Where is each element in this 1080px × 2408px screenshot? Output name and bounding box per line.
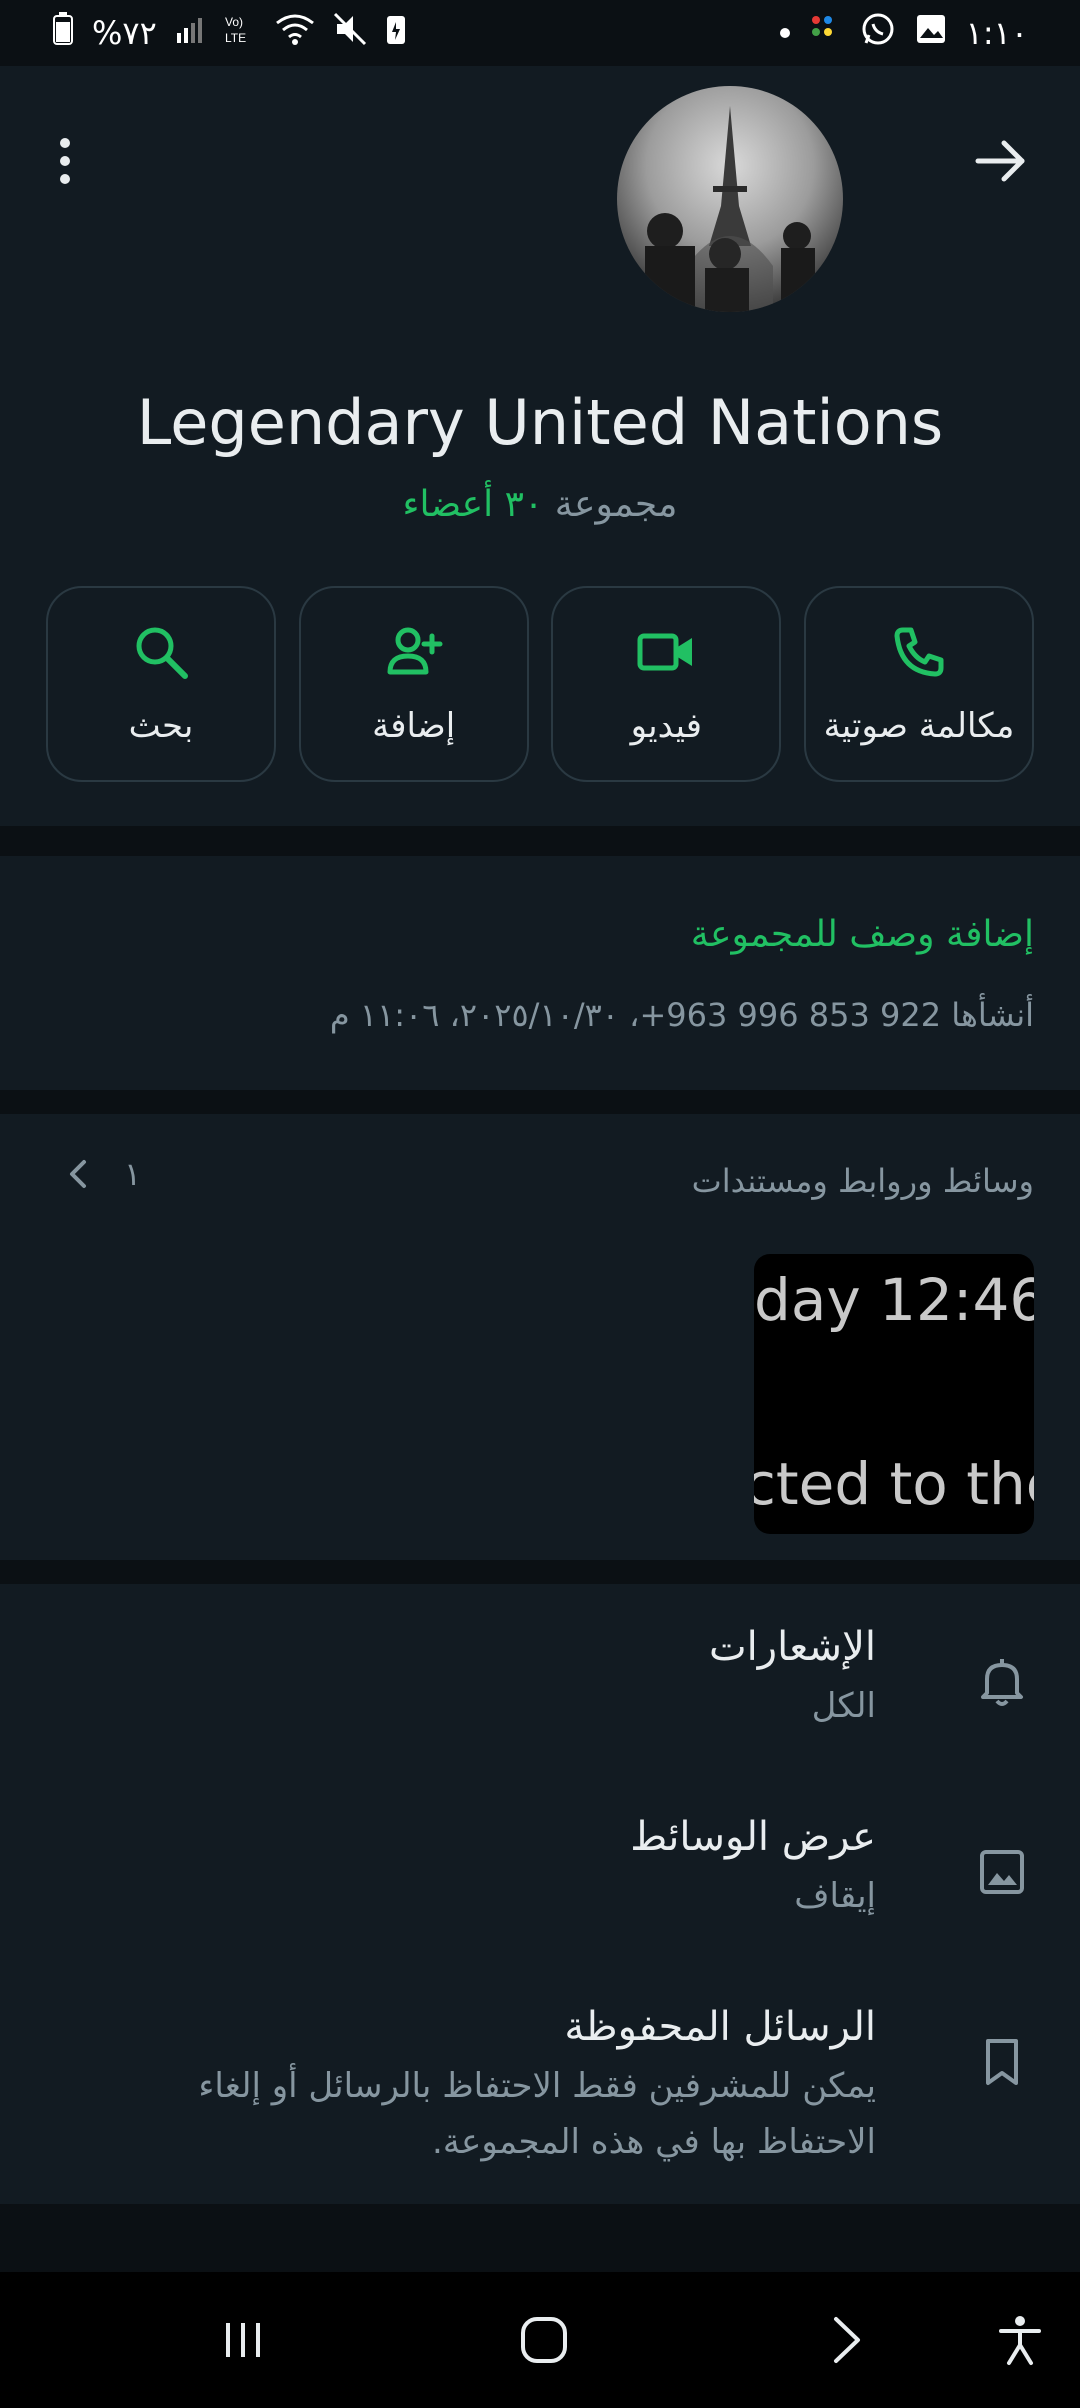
media-count-button[interactable]: ١ (64, 1154, 141, 1194)
group-info: مجموعة ٣٠ أعضاء (0, 484, 1080, 525)
search-label: بحث (128, 706, 194, 746)
media-visibility-title: عرض الوسائط (630, 1814, 876, 1860)
eiffel-tower-photo (645, 106, 815, 312)
notifications-title: الإشعارات (708, 1624, 876, 1670)
created-by-text: أنشأها ‎+963 996 853 922‎، ٢٠٢٥/١٠/٣٠، ١… (329, 996, 1034, 1034)
media-visibility-text: عرض الوسائط إيقاف (156, 1814, 876, 1924)
home-icon (521, 2317, 567, 2363)
battery-percent: %٧٢ (92, 14, 157, 52)
group-avatar[interactable] (617, 86, 843, 312)
thumbnail-text-line-1: day 12:46 / (754, 1266, 1034, 1334)
media-visibility-value: إيقاف (794, 1876, 876, 1916)
signal-icon (175, 15, 205, 52)
description-section: إضافة وصف للمجموعة أنشأها ‎+963 996 853 … (0, 856, 1080, 1090)
add-person-icon (387, 627, 443, 675)
battery-saver-icon (385, 12, 407, 54)
bookmark-icon (968, 2028, 1036, 2096)
back-button[interactable] (960, 116, 1040, 206)
media-section: وسائط وروابط ومستندات ١ day 12:46 / cted… (0, 1114, 1080, 1560)
accessibility-button[interactable] (980, 2306, 1060, 2374)
video-call-button[interactable]: فيديو (551, 586, 782, 782)
svg-text:Vo): Vo) (225, 15, 243, 29)
group-header: Legendary United Nations مجموعة ٣٠ أعضاء… (0, 66, 1080, 826)
arrow-right-icon (975, 140, 1025, 182)
voice-call-label: مكالمة صوتية (823, 706, 1015, 746)
add-description-link[interactable]: إضافة وصف للمجموعة (691, 914, 1034, 955)
status-bar-left: %٧٢ Vo) LTE (52, 12, 407, 54)
search-button[interactable]: بحث (46, 586, 276, 782)
svg-text:LTE: LTE (225, 31, 246, 45)
notifications-text: الإشعارات الكل (156, 1624, 876, 1734)
action-buttons: مكالمة صوتية فيديو إضافة بحث (46, 586, 1034, 786)
chevron-left-icon (70, 1160, 86, 1188)
media-thumbnail[interactable]: day 12:46 / cted to the (754, 1254, 1034, 1534)
search-icon (136, 627, 188, 679)
menu-dot (60, 174, 70, 184)
notifications-value: الكل (811, 1686, 876, 1726)
settings-section: الإشعارات الكل عرض الوسائط إيقاف الرسائل… (0, 1584, 1080, 2204)
more-options-button[interactable] (40, 116, 90, 206)
phone-icon (894, 627, 944, 677)
status-bar: %٧٢ Vo) LTE ١:١٠ (0, 0, 1080, 66)
add-member-button[interactable]: إضافة (298, 586, 529, 782)
status-bar-right: ١:١٠ (779, 11, 1028, 55)
volte-icon: Vo) LTE (223, 12, 257, 54)
clock-time: ١:١٠ (965, 14, 1028, 52)
add-member-label: إضافة (372, 706, 456, 746)
thumbnail-text-line-2: cted to the (754, 1450, 1034, 1518)
members-count[interactable]: ٣٠ أعضاء (403, 484, 544, 525)
notifications-row[interactable]: الإشعارات الكل (0, 1624, 1080, 1774)
whatsapp-icon (860, 11, 896, 55)
battery-icon (52, 12, 74, 54)
dot-icon (779, 28, 790, 38)
recents-icon (226, 2323, 260, 2357)
kept-messages-row[interactable]: الرسائل المحفوظة يمكن للمشرفين فقط الاحت… (0, 2004, 1080, 2194)
back-nav-button[interactable] (806, 2306, 886, 2374)
gallery-icon (914, 12, 948, 54)
chevron-right-icon (834, 2317, 860, 2363)
media-visibility-row[interactable]: عرض الوسائط إيقاف (0, 1814, 1080, 1964)
video-call-label: فيديو (630, 706, 702, 746)
kept-messages-description: يمكن للمشرفين فقط الاحتفاظ بالرسائل أو إ… (198, 2066, 876, 2162)
media-count: ١ (124, 1155, 142, 1193)
group-name: Legendary United Nations (136, 386, 944, 459)
kept-messages-text: الرسائل المحفوظة يمكن للمشرفين فقط الاحت… (156, 2004, 876, 2170)
home-button[interactable] (504, 2306, 584, 2374)
voice-call-button[interactable]: مكالمة صوتية (803, 586, 1034, 782)
menu-dot (60, 156, 70, 166)
recent-apps-button[interactable] (203, 2306, 283, 2374)
bell-icon (968, 1648, 1036, 1716)
group-type-label: مجموعة (554, 484, 678, 525)
wifi-icon (275, 13, 315, 53)
video-icon (637, 633, 693, 671)
image-icon (968, 1838, 1036, 1906)
kept-messages-title: الرسائل المحفوظة (564, 2004, 876, 2050)
system-navigation-bar (0, 2272, 1080, 2408)
app-notification-icon (808, 12, 842, 54)
mute-icon (333, 12, 367, 54)
accessibility-icon (999, 2316, 1041, 2365)
menu-dot (60, 138, 70, 148)
media-header[interactable]: وسائط وروابط ومستندات (692, 1162, 1034, 1200)
